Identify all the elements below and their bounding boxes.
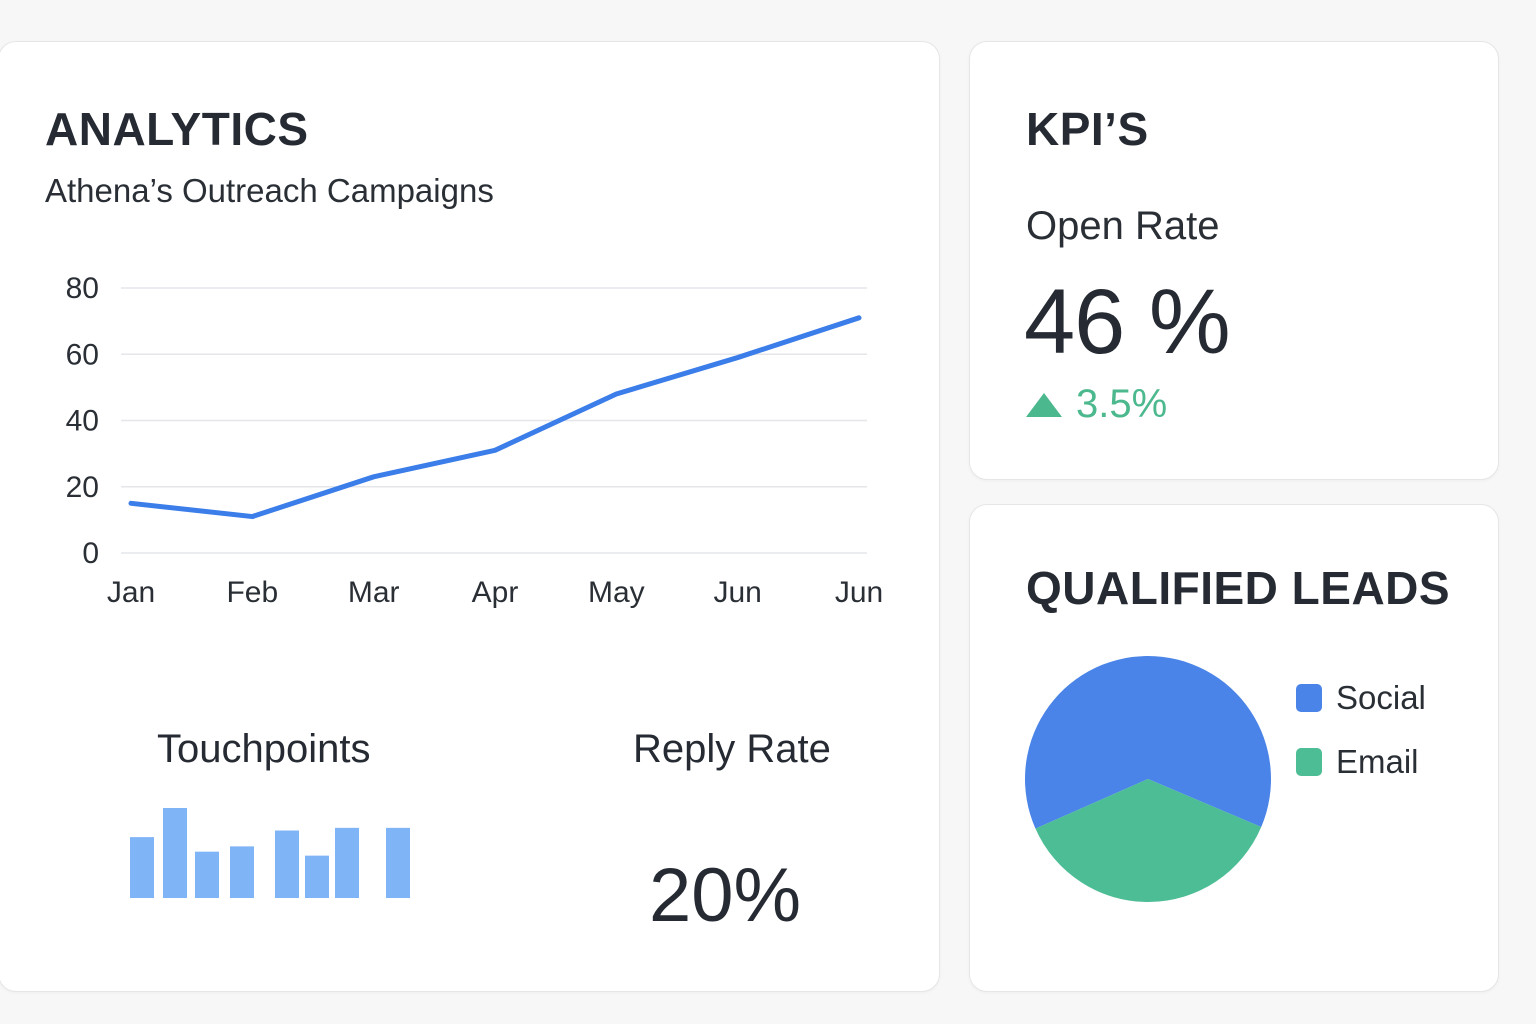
touchpoints-bar <box>163 808 187 898</box>
touchpoints-bar-chart <box>130 808 410 898</box>
touchpoints-bar <box>335 827 359 898</box>
open-rate-label: Open Rate <box>1026 204 1220 248</box>
touchpoints-bar <box>275 830 299 898</box>
touchpoints-bar <box>195 851 219 898</box>
open-rate-change-value: 3.5% <box>1076 382 1168 426</box>
open-rate-value: 46 % <box>1024 271 1231 373</box>
touchpoints-bar <box>230 846 254 898</box>
analytics-card: ANALYTICS Athena’s Outreach Campaigns 02… <box>0 41 940 992</box>
kpi-title: KPI’S <box>1026 103 1149 155</box>
touchpoints-bar <box>305 855 329 898</box>
open-rate-change: 3.5% <box>1026 382 1167 427</box>
reply-rate-value: 20% <box>649 853 802 938</box>
legend-label-social: Social <box>1336 679 1426 716</box>
legend-item-social: Social <box>1296 679 1426 717</box>
trend-up-icon <box>1026 392 1062 417</box>
qualified-leads-card: QUALIFIED LEADS Social Email <box>969 504 1499 992</box>
legend-swatch-email <box>1296 748 1322 776</box>
legend-swatch-social <box>1296 684 1322 712</box>
leads-pie-chart <box>1025 655 1271 902</box>
kpi-card: KPI’S Open Rate 46 % 3.5% <box>969 41 1499 480</box>
touchpoints-bar <box>130 837 154 898</box>
legend-label-email: Email <box>1336 743 1419 780</box>
legend-item-email: Email <box>1296 743 1419 781</box>
touchpoints-bar <box>386 827 410 898</box>
